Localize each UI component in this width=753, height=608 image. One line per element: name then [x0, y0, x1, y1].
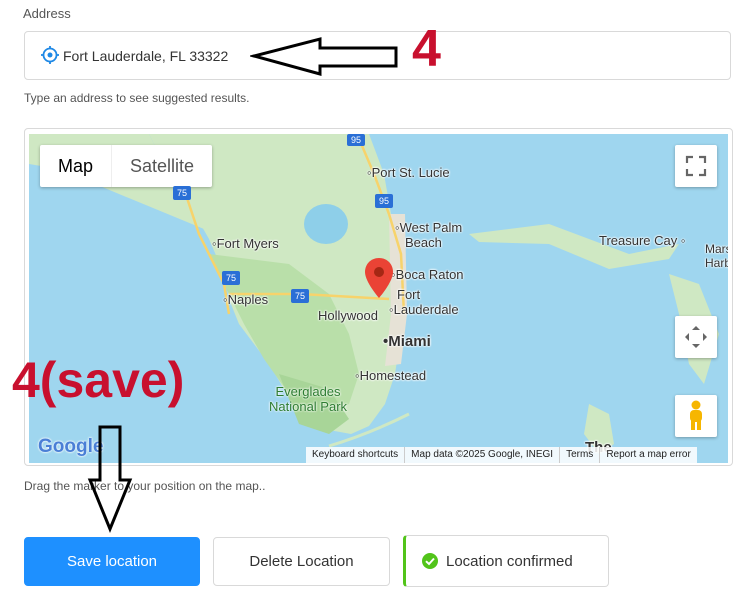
keyboard-shortcuts-link[interactable]: Keyboard shortcuts	[306, 447, 406, 463]
location-confirmed-badge: Location confirmed	[403, 535, 609, 587]
map-label-naples: ◦Naples	[223, 292, 269, 307]
arrow-left-annotation-icon	[250, 37, 398, 76]
highway-95-shield: 95	[375, 194, 393, 208]
highway-75-shield: 75	[291, 289, 309, 303]
address-hint: Type an address to see suggested results…	[24, 91, 250, 105]
map-container: Map Satellite 95 95 75 75 75 ◦Port St. L…	[24, 128, 733, 466]
street-view-button[interactable]	[675, 395, 717, 437]
location-confirmed-text: Location confirmed	[446, 552, 573, 570]
map-attribution-bar: Keyboard shortcuts Map data ©2025 Google…	[306, 447, 697, 463]
map-label-marsh-harbour: MarsHarb	[705, 242, 728, 270]
fullscreen-button[interactable]	[675, 145, 717, 187]
location-marker-icon[interactable]	[365, 258, 393, 298]
pegman-icon	[690, 400, 702, 430]
check-circle-icon	[422, 553, 438, 569]
address-label: Address	[23, 6, 71, 21]
map-label-fort-myers: ◦Fort Myers	[212, 236, 279, 251]
delete-location-button[interactable]: Delete Location	[213, 537, 390, 586]
map-label-hollywood: Hollywood	[318, 308, 378, 323]
map-label-west-palm-beach: ◦West Palm Beach	[395, 220, 463, 250]
highway-95-shield: 95	[347, 134, 365, 146]
save-location-button[interactable]: Save location	[24, 537, 200, 586]
map-type-control: Map Satellite	[40, 145, 213, 187]
location-target-icon[interactable]	[40, 45, 60, 65]
map-data-attribution: Map data ©2025 Google, INEGI	[405, 447, 561, 463]
arrow-down-annotation-icon	[87, 425, 133, 533]
terms-link[interactable]: Terms	[560, 447, 601, 463]
report-map-error-link[interactable]: Report a map error	[600, 447, 696, 463]
map-label-port-st-lucie: ◦Port St. Lucie	[367, 165, 450, 180]
map-label-fort-lauderdale: Fort ◦Lauderdale	[389, 287, 459, 317]
map-label-treasure-cay: Treasure Cay ◦	[599, 233, 686, 248]
map-label-everglades: Everglades National Park	[269, 384, 348, 414]
address-value[interactable]: Fort Lauderdale, FL 33322	[63, 48, 228, 64]
map-label-miami: •Miami	[383, 333, 431, 350]
step-annotation-address: 4	[412, 20, 441, 78]
map-type-satellite-button[interactable]: Satellite	[112, 145, 212, 187]
highway-75-shield: 75	[173, 186, 191, 200]
map-drag-hint: Drag the marker to your position on the …	[24, 479, 266, 493]
step-annotation-save: 4(save)	[12, 352, 185, 408]
highway-75-shield: 75	[222, 271, 240, 285]
map-type-map-button[interactable]: Map	[40, 145, 113, 187]
camera-control-button[interactable]	[675, 316, 717, 358]
fullscreen-icon	[685, 155, 707, 177]
map-canvas[interactable]: Map Satellite 95 95 75 75 75 ◦Port St. L…	[29, 134, 728, 463]
map-label-boca-raton: ◦Boca Raton	[391, 267, 464, 282]
move-arrows-icon	[685, 326, 707, 348]
map-label-homestead: ◦Homestead	[355, 368, 427, 383]
